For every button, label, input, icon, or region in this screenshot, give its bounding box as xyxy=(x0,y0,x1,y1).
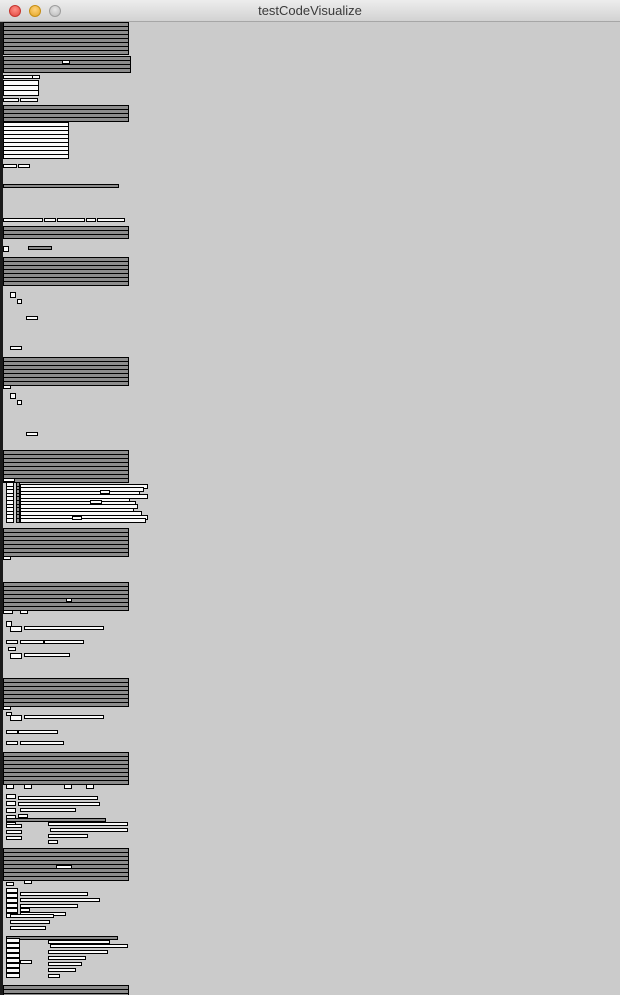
code-node xyxy=(18,730,58,734)
code-node xyxy=(10,346,22,350)
code-block-bar xyxy=(3,876,129,881)
code-node xyxy=(44,640,84,644)
code-node xyxy=(6,836,22,840)
code-node xyxy=(86,218,96,222)
code-node xyxy=(8,647,16,651)
code-node xyxy=(48,834,88,838)
code-node xyxy=(72,516,82,520)
code-node xyxy=(3,610,13,614)
code-node xyxy=(48,840,58,844)
code-node xyxy=(10,920,50,924)
code-node xyxy=(24,880,32,884)
code-node xyxy=(3,246,9,252)
code-node xyxy=(6,830,22,834)
code-block-bar xyxy=(3,68,131,73)
code-node xyxy=(10,292,16,298)
code-block-bar xyxy=(3,281,129,286)
code-node xyxy=(20,98,38,102)
code-node xyxy=(10,653,22,659)
code-node xyxy=(10,926,46,930)
code-block-bar xyxy=(3,552,129,557)
code-node xyxy=(6,973,20,978)
code-node xyxy=(10,393,16,399)
code-node xyxy=(66,598,72,602)
code-node xyxy=(26,316,38,320)
code-node xyxy=(20,898,100,902)
code-node xyxy=(6,730,18,734)
code-node xyxy=(48,956,86,960)
code-node xyxy=(6,801,16,806)
code-node xyxy=(48,968,76,972)
code-node xyxy=(6,794,16,799)
code-node xyxy=(48,822,128,826)
code-node xyxy=(6,882,14,886)
code-node xyxy=(24,784,32,789)
code-node xyxy=(3,154,69,159)
code-node xyxy=(3,556,11,560)
code-block-bar xyxy=(3,50,129,55)
code-node xyxy=(3,164,17,168)
window-title: testCodeVisualize xyxy=(258,3,362,18)
code-node xyxy=(90,500,102,504)
code-block-bar xyxy=(3,234,129,239)
code-node xyxy=(17,400,22,405)
code-node xyxy=(20,741,64,745)
code-node xyxy=(20,610,28,614)
code-node xyxy=(3,706,11,710)
code-block-bar xyxy=(3,381,129,386)
code-node xyxy=(50,828,128,832)
code-node xyxy=(20,518,146,523)
code-node xyxy=(6,518,14,523)
code-node xyxy=(20,960,32,964)
code-node xyxy=(64,784,72,789)
code-node xyxy=(56,865,72,869)
code-node xyxy=(62,60,70,64)
code-node xyxy=(3,385,11,389)
code-node xyxy=(3,184,119,188)
code-node xyxy=(24,653,70,657)
code-visualization-canvas[interactable] xyxy=(0,22,620,995)
code-block-bar xyxy=(3,702,129,707)
code-node xyxy=(6,824,22,828)
code-node xyxy=(50,944,128,948)
code-node xyxy=(3,90,39,96)
code-node xyxy=(10,715,22,721)
title-bar[interactable]: testCodeVisualize xyxy=(0,0,620,22)
code-node xyxy=(18,164,30,168)
code-node xyxy=(100,490,110,494)
code-node xyxy=(44,218,56,222)
code-node xyxy=(3,218,43,222)
code-node xyxy=(10,914,54,918)
code-node xyxy=(24,626,104,630)
code-block-bar xyxy=(3,478,129,483)
code-node xyxy=(28,246,52,250)
code-node xyxy=(48,974,60,978)
code-node xyxy=(18,796,98,800)
code-node xyxy=(6,808,16,813)
code-node xyxy=(48,962,82,966)
code-node xyxy=(20,808,76,812)
code-node xyxy=(86,784,94,789)
code-node xyxy=(6,784,14,789)
code-node xyxy=(6,741,18,745)
code-node xyxy=(24,715,104,719)
code-node xyxy=(10,626,22,632)
code-node xyxy=(97,218,125,222)
app-window: testCodeVisualize xyxy=(0,0,620,995)
code-node xyxy=(20,640,44,644)
code-node xyxy=(18,802,100,806)
code-node xyxy=(6,640,18,644)
code-node xyxy=(26,432,38,436)
code-node xyxy=(3,98,19,102)
code-node xyxy=(20,892,88,896)
code-node xyxy=(48,950,108,954)
code-node xyxy=(17,299,22,304)
code-node xyxy=(32,75,40,79)
code-node xyxy=(57,218,85,222)
